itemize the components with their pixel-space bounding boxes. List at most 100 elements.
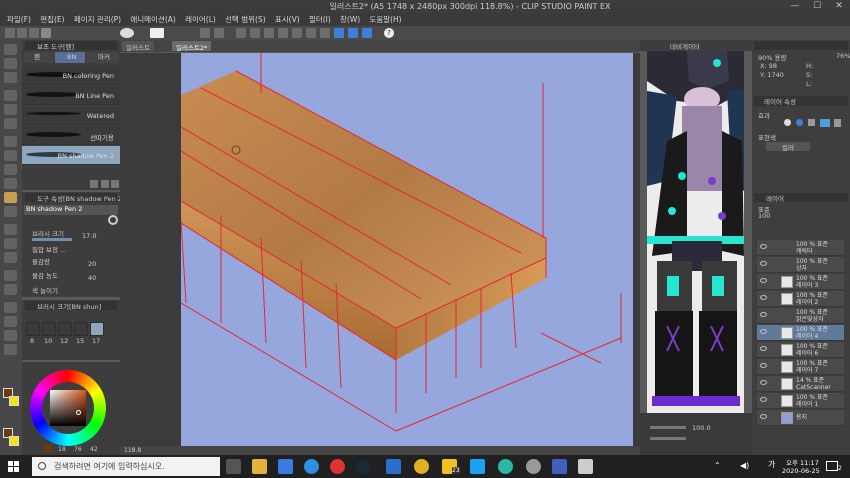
deselect-icon[interactable] [264, 28, 274, 38]
clip-icon[interactable] [120, 28, 134, 38]
mail-icon[interactable] [386, 459, 401, 474]
steam-icon[interactable] [356, 459, 371, 474]
brush-tool-icon[interactable] [4, 164, 17, 175]
size-preset[interactable] [74, 322, 88, 336]
sub-color-swatch-2[interactable] [9, 436, 19, 446]
menu-help[interactable]: 도움말(H) [369, 13, 401, 26]
taskbar-search-input[interactable]: 검색하려면 여기에 입력하십시오. [32, 457, 220, 476]
airbrush-tool-icon[interactable] [4, 178, 17, 189]
menu-filter[interactable]: 필터(I) [309, 13, 331, 26]
effect-icon[interactable] [796, 119, 803, 126]
eye-icon[interactable] [760, 312, 767, 317]
menu-file[interactable]: 파일(F) [7, 13, 31, 26]
settings-icon[interactable] [90, 180, 98, 188]
brush-size-slider[interactable] [32, 238, 72, 241]
minimize-button[interactable]: — [784, 0, 806, 13]
file-explorer-icon[interactable] [252, 459, 267, 474]
layer-row-selected[interactable]: 100 % 표준 레이어 4 [757, 325, 844, 341]
grid-snap-icon[interactable] [362, 28, 372, 38]
eye-icon[interactable] [760, 363, 767, 368]
clock-time[interactable]: 오후 11:17 [786, 457, 819, 467]
correct-line-tool-icon[interactable] [4, 344, 17, 355]
store-icon[interactable] [278, 459, 293, 474]
zoom-tool-icon[interactable] [4, 44, 17, 55]
size-preset[interactable] [58, 322, 72, 336]
print-icon[interactable] [41, 28, 51, 38]
paint-icon[interactable] [552, 459, 567, 474]
eye-icon[interactable] [760, 295, 767, 300]
white-box-icon[interactable] [150, 28, 164, 38]
tab-document[interactable]: 일러스트 [122, 41, 154, 52]
eyedropper-tool-icon[interactable] [4, 118, 17, 129]
layer-row[interactable]: 용지 [757, 410, 844, 426]
ime-indicator[interactable]: 가 [768, 459, 775, 470]
clock-date[interactable]: 2020-06-25 [782, 467, 820, 475]
task-view-icon[interactable] [226, 459, 241, 474]
app-icon[interactable] [330, 459, 345, 474]
main-color-swatch-3[interactable] [44, 444, 52, 452]
open-icon[interactable] [17, 28, 27, 38]
maximize-button[interactable]: ☐ [806, 0, 828, 13]
tab-pen[interactable]: 펜 [24, 52, 54, 63]
brush-item[interactable]: BN Line Pen [22, 86, 120, 105]
brush-item[interactable]: 선따기용 [22, 126, 120, 145]
size-preset[interactable] [42, 322, 56, 336]
redo-icon[interactable] [214, 28, 224, 38]
balloon-tool-icon[interactable] [4, 330, 17, 341]
layer-row[interactable]: 100 % 표준 캐릭터 [757, 240, 844, 256]
eye-icon[interactable] [760, 397, 767, 402]
drawing-canvas[interactable] [181, 53, 633, 448]
eye-icon[interactable] [760, 261, 767, 266]
help-icon[interactable]: ? [384, 28, 394, 38]
twitter-icon[interactable] [470, 459, 485, 474]
layer-row[interactable]: 100 % 표준 상자 [757, 257, 844, 273]
gradient-tool-icon[interactable] [4, 252, 17, 263]
chrome-icon[interactable] [414, 459, 429, 474]
frame-tool-icon[interactable] [4, 284, 17, 295]
move-tool-icon[interactable] [4, 58, 17, 69]
effect-icon[interactable] [808, 119, 815, 126]
auto-select-tool-icon[interactable] [4, 104, 17, 115]
new-icon[interactable] [5, 28, 15, 38]
eye-icon[interactable] [760, 244, 767, 249]
operation-tool-icon[interactable] [4, 72, 17, 83]
layer-row[interactable]: 14 % 표준 CatScanner [757, 376, 844, 392]
selection-icon[interactable] [292, 28, 302, 38]
fill-tool-icon[interactable] [4, 238, 17, 249]
tab-marker[interactable]: 마커 [86, 52, 118, 63]
ruler-snap-icon[interactable] [334, 28, 344, 38]
layer-row[interactable]: 100 % 표준 레이어 2 [757, 291, 844, 307]
volume-icon[interactable]: ◀) [740, 461, 749, 470]
menu-window[interactable]: 창(W) [340, 13, 360, 26]
windows-start-icon[interactable] [8, 461, 19, 472]
blend-tool-icon[interactable] [4, 224, 17, 235]
figure-tool-icon[interactable] [4, 270, 17, 281]
property-value[interactable]: 40 [88, 274, 96, 282]
layer-opacity[interactable]: 100 [758, 212, 770, 220]
subview-image[interactable] [647, 51, 744, 413]
layer-row[interactable]: 100 % 표준 레이어 6 [757, 342, 844, 358]
duplicate-icon[interactable] [101, 180, 109, 188]
effect-icon[interactable] [784, 119, 791, 126]
edge-icon[interactable] [304, 459, 319, 474]
size-preset-selected[interactable] [90, 322, 104, 336]
menu-layer[interactable]: 레이어(L) [185, 13, 216, 26]
rotate-slider[interactable] [650, 437, 686, 440]
color-cursor[interactable] [76, 410, 81, 415]
zoom-slider[interactable] [650, 426, 686, 429]
saturation-square[interactable] [50, 390, 86, 426]
expression-color-select[interactable]: 컬러 [766, 142, 810, 152]
invert-icon[interactable] [278, 28, 288, 38]
sub-color-swatch[interactable] [9, 396, 19, 406]
ruler-tool-icon[interactable] [4, 302, 17, 313]
subview-tab[interactable]: 네비게이터 [670, 41, 700, 51]
crop-icon[interactable] [306, 28, 316, 38]
selection-tool-icon[interactable] [4, 90, 17, 101]
pen-tool-icon[interactable] [4, 136, 17, 147]
text-tool-icon[interactable] [4, 316, 17, 327]
save-icon[interactable] [29, 28, 39, 38]
eye-icon[interactable] [760, 329, 767, 334]
clear-icon[interactable] [236, 28, 246, 38]
menu-page[interactable]: 페이지 관리(P) [74, 13, 121, 26]
tab-bn[interactable]: BN [55, 52, 85, 63]
